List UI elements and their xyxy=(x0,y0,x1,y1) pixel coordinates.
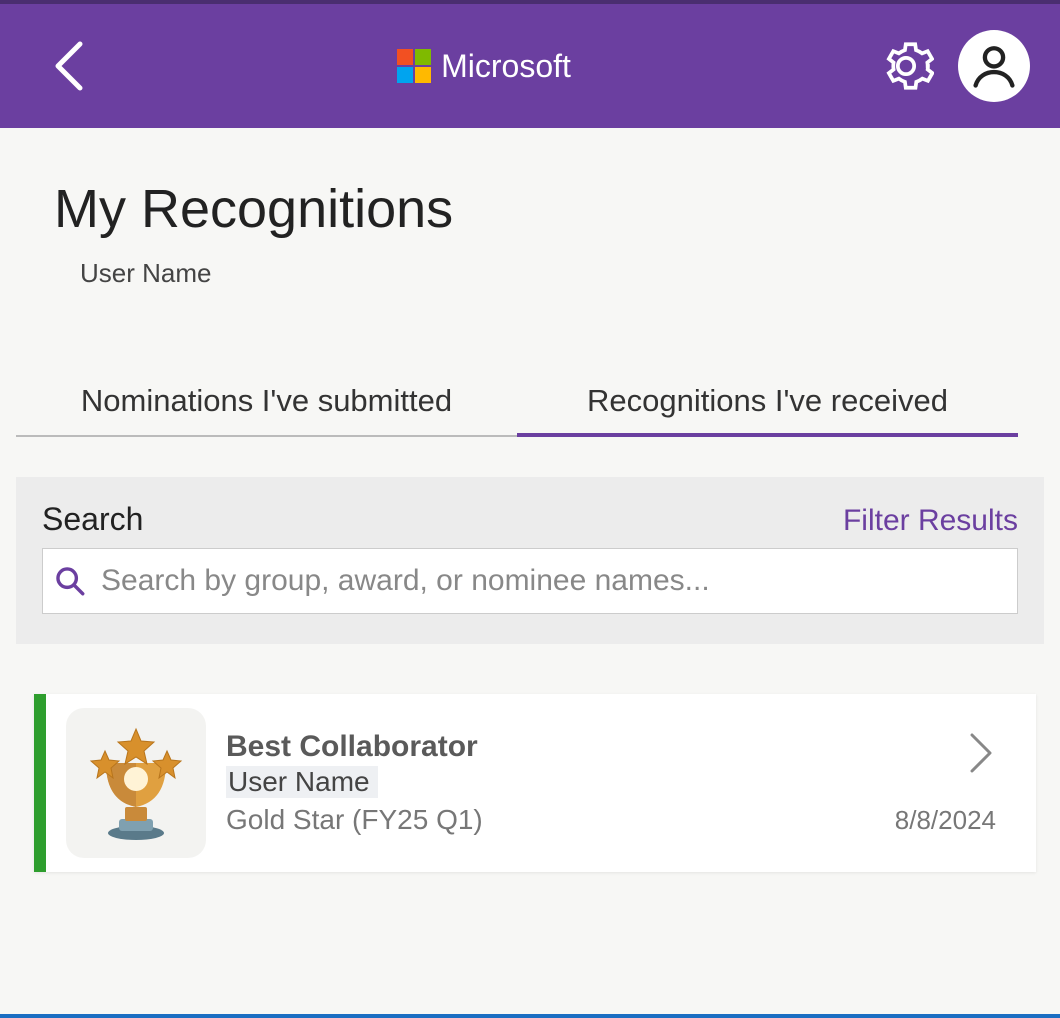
bottom-accent-stripe xyxy=(0,1014,1060,1018)
search-panel: Search Filter Results xyxy=(16,477,1044,644)
search-icon xyxy=(53,564,87,598)
results-list: Best Collaborator User Name Gold Star (F… xyxy=(34,694,1036,872)
back-button[interactable] xyxy=(50,36,90,96)
tab-nominations-submitted[interactable]: Nominations I've submitted xyxy=(16,369,517,435)
chevron-right-icon xyxy=(968,731,996,775)
brand-text: Microsoft xyxy=(441,48,571,85)
tab-bar: Nominations I've submitted Recognitions … xyxy=(16,369,1018,437)
award-title: Best Collaborator xyxy=(226,730,895,764)
settings-button[interactable] xyxy=(878,38,934,94)
brand-area: Microsoft xyxy=(110,48,858,85)
search-box xyxy=(42,548,1018,614)
recognition-card[interactable]: Best Collaborator User Name Gold Star (F… xyxy=(34,694,1036,872)
search-input[interactable] xyxy=(101,564,1007,598)
award-user: User Name xyxy=(226,766,378,798)
award-period: Gold Star (FY25 Q1) xyxy=(226,804,895,836)
chevron-left-icon xyxy=(50,36,90,96)
gear-icon xyxy=(878,38,934,94)
filter-results-link[interactable]: Filter Results xyxy=(843,504,1018,538)
microsoft-logo-icon xyxy=(397,49,431,83)
avatar-icon xyxy=(958,30,1030,102)
search-label: Search xyxy=(42,501,143,538)
trophy-icon xyxy=(66,708,206,858)
app-header: Microsoft xyxy=(0,0,1060,128)
profile-button[interactable] xyxy=(958,30,1030,102)
page-title: My Recognitions xyxy=(0,128,1060,258)
page-subtitle: User Name xyxy=(0,258,1060,289)
tab-recognitions-received[interactable]: Recognitions I've received xyxy=(517,369,1018,435)
award-date: 8/8/2024 xyxy=(895,805,996,836)
